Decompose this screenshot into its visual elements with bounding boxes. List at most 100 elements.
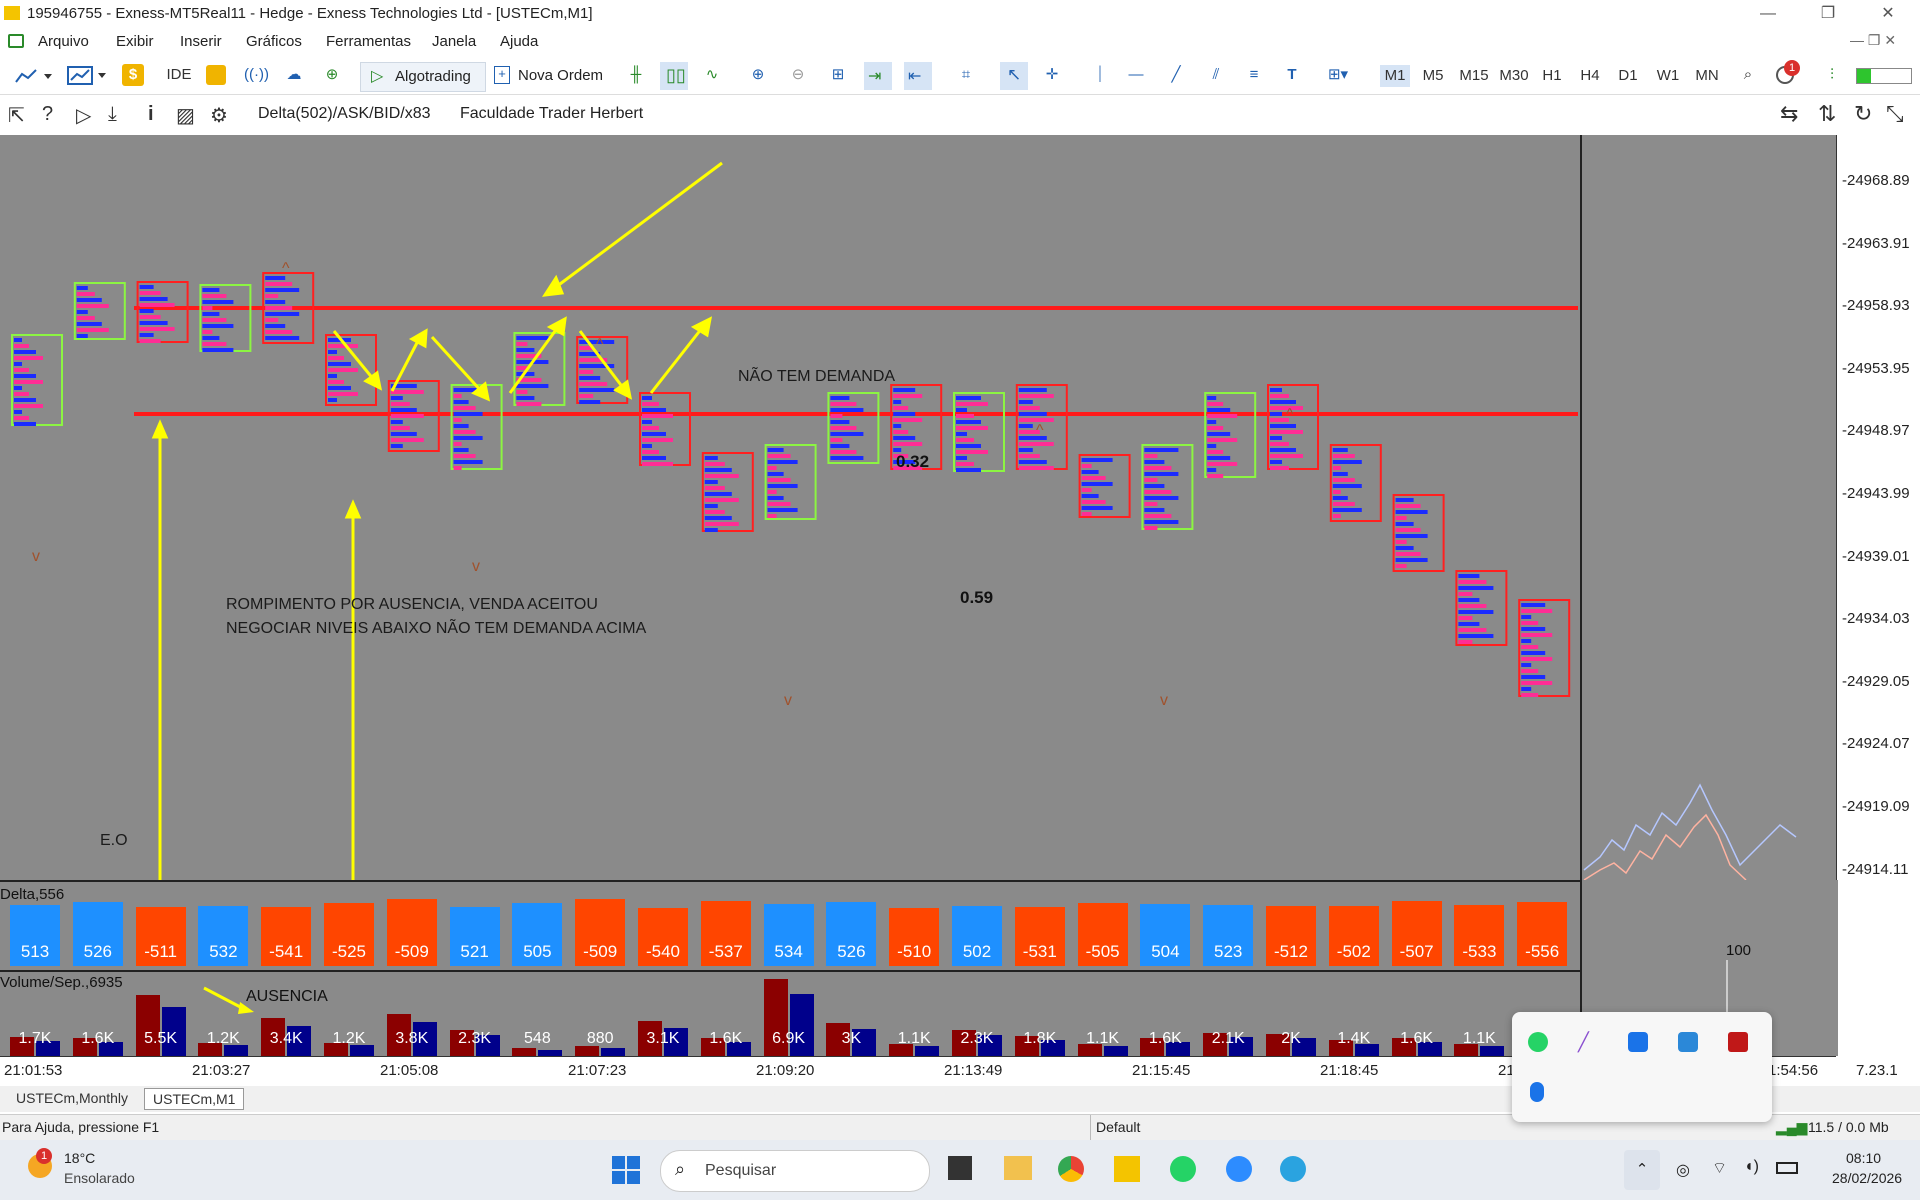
tf-w1[interactable]: W1 (1654, 65, 1682, 87)
footprint-level (453, 454, 476, 458)
menu-ajuda[interactable]: Ajuda (500, 33, 538, 50)
footprint-level (139, 285, 154, 289)
tf-m30[interactable]: M30 (1496, 65, 1532, 87)
tray-overflow-chevron-icon[interactable]: ⌃ (1624, 1150, 1660, 1190)
tf-m1[interactable]: M1 (1380, 65, 1410, 87)
zoom-icon[interactable] (1226, 1156, 1252, 1182)
tf-h4[interactable]: H4 (1576, 65, 1604, 87)
candlestick-icon[interactable]: ▯▯ (660, 62, 688, 90)
start-button[interactable] (612, 1156, 640, 1184)
market-icon[interactable]: $ (122, 64, 144, 86)
zoom-out-icon[interactable]: ⊖ (786, 61, 810, 89)
chart-type-icon[interactable] (66, 64, 110, 86)
bar-chart-icon[interactable]: ╫ (624, 61, 648, 89)
clock-date[interactable]: 28/02/2026 (1832, 1170, 1902, 1186)
menu-janela[interactable]: Janela (432, 33, 476, 50)
menu-graficos[interactable]: Gráficos (246, 33, 302, 50)
tab-ustecm-monthly[interactable]: USTECm,Monthly (8, 1088, 136, 1108)
whatsapp-tray-icon[interactable] (1528, 1032, 1548, 1052)
location-icon[interactable]: ◎ (1676, 1160, 1690, 1180)
volume-icon[interactable]: ◖) (1744, 1158, 1759, 1176)
footprint-level (1332, 514, 1341, 518)
menu-exibir[interactable]: Exibir (116, 33, 154, 50)
play-tool-icon[interactable]: ▷ (76, 103, 91, 128)
tile-windows-icon[interactable]: ⊞ (826, 61, 850, 89)
cloud-icon[interactable]: ☁ (282, 61, 306, 89)
indicators-icon[interactable] (14, 66, 54, 86)
refresh-icon[interactable]: ↻ (1854, 101, 1872, 127)
volume-value-label: 1.1K (1462, 1030, 1496, 1047)
wifi-icon[interactable]: ⌔ (1712, 1158, 1727, 1178)
chrome-icon[interactable] (1058, 1156, 1084, 1182)
download-icon[interactable]: ⤓ (108, 103, 117, 126)
horizontal-line-icon[interactable]: — (1124, 61, 1148, 89)
resize-icon[interactable]: ⤡ (1886, 101, 1904, 127)
autoscroll-icon[interactable]: ⇥ (864, 62, 892, 90)
drive-tray-icon[interactable] (1628, 1032, 1648, 1052)
tf-mn[interactable]: MN (1692, 65, 1722, 87)
chart-menu-icon[interactable] (8, 34, 24, 48)
lock-icon[interactable] (206, 65, 226, 85)
weather-badge: 1 (36, 1148, 52, 1164)
tf-h1[interactable]: H1 (1538, 65, 1566, 87)
channel-icon[interactable]: ⫽ (1204, 61, 1228, 89)
footprint-level (1332, 466, 1341, 470)
footprint-level (956, 444, 981, 448)
footprint-level (1081, 458, 1113, 462)
new-order-button[interactable]: + Nova Ordem (492, 62, 608, 90)
bluetooth-tray-icon[interactable] (1530, 1082, 1544, 1102)
minimize-button[interactable]: — (1748, 2, 1788, 26)
text-icon[interactable]: T (1280, 61, 1304, 89)
line-chart-icon[interactable]: ∿ (700, 61, 724, 89)
delta-panel-title: Delta,556 (0, 886, 65, 903)
help-icon[interactable]: ? (42, 103, 53, 126)
taskbar-search[interactable]: ⌕ Pesquisar (660, 1150, 930, 1192)
file-explorer-icon[interactable] (1004, 1156, 1032, 1180)
restore-child-icon[interactable]: — ❐ ✕ (1850, 32, 1896, 49)
image-tool-icon[interactable]: ▨ (176, 103, 195, 128)
shapes-icon[interactable]: ⊞▾ (1318, 61, 1358, 89)
footprint-level (14, 386, 22, 390)
menu-ferramentas[interactable]: Ferramentas (326, 33, 411, 50)
volume-value-label: 1.6K (1400, 1030, 1434, 1047)
info-icon[interactable]: i (148, 103, 154, 126)
horizontal-scale-icon[interactable]: ⇆ (1780, 101, 1798, 127)
pointer-tool-icon[interactable]: ⇱ (8, 103, 25, 128)
ide-button[interactable]: IDE (164, 61, 194, 89)
mcafee-tray-icon[interactable] (1728, 1032, 1748, 1052)
close-button[interactable]: ✕ (1868, 2, 1908, 26)
maximize-button[interactable]: ❐ (1808, 2, 1848, 26)
footprint-level (453, 412, 483, 416)
crosshair-icon[interactable]: ✛ (1040, 61, 1064, 89)
settings-gear-icon[interactable]: ⚙ (210, 103, 228, 128)
exness-icon[interactable] (1114, 1156, 1140, 1182)
menu-arquivo[interactable]: Arquivo (38, 33, 89, 50)
zoom-in-icon[interactable]: ⊕ (746, 61, 770, 89)
chart-shift-icon[interactable]: ⇤ (904, 62, 932, 90)
tf-m5[interactable]: M5 (1418, 65, 1448, 87)
menu-inserir[interactable]: Inserir (180, 33, 222, 50)
signals-icon[interactable]: ((·)) (244, 61, 269, 89)
vertical-scale-icon[interactable]: ⇅ (1818, 101, 1836, 127)
defender-tray-icon[interactable] (1678, 1032, 1698, 1052)
algotrading-button[interactable]: ▷ Algotrading (360, 62, 486, 92)
clock-time[interactable]: 08:10 (1846, 1150, 1881, 1166)
cursor-icon[interactable]: ↖ (1000, 62, 1028, 90)
tf-m15[interactable]: M15 (1456, 65, 1492, 87)
pen-tray-icon[interactable]: ╱ (1578, 1032, 1602, 1052)
battery-icon[interactable] (1776, 1162, 1798, 1174)
whatsapp-icon[interactable] (1170, 1156, 1196, 1182)
vps-icon[interactable]: ⊕ (320, 61, 344, 89)
search-icon[interactable]: ⌕ (1736, 61, 1760, 89)
trendline-icon[interactable]: ╱ (1164, 61, 1188, 89)
task-view-icon[interactable] (948, 1156, 972, 1180)
footprint-level (1018, 388, 1047, 392)
vertical-line-icon[interactable]: ⏐ (1088, 61, 1112, 89)
time-label: 21:13:49 (944, 1062, 1003, 1079)
tab-ustecm-m1[interactable]: USTECm,M1 (144, 1088, 245, 1110)
screenshot-icon[interactable]: ⌗ (954, 61, 978, 89)
tf-d1[interactable]: D1 (1614, 65, 1642, 87)
footprint-level (1081, 506, 1113, 510)
telegram-icon[interactable] (1280, 1156, 1306, 1182)
fibonacci-icon[interactable]: ≡ (1242, 61, 1266, 89)
